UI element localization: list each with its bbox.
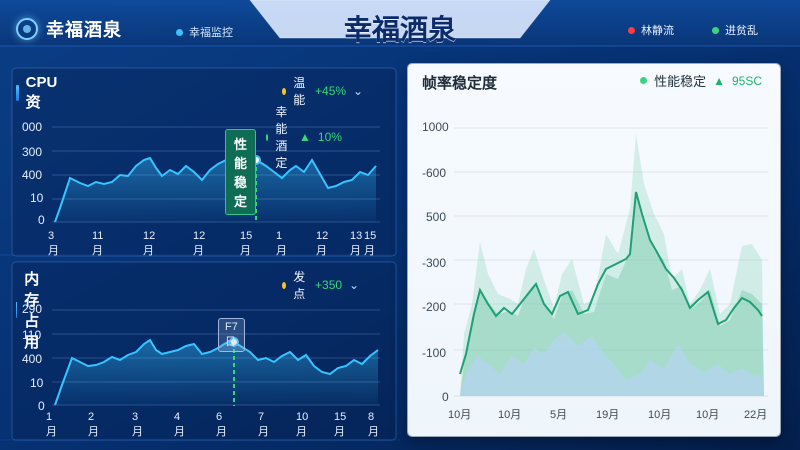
cpu-legend-2[interactable]: 幸能酒定 ▲ 10% [266,103,342,171]
frame-x-label: 10月 [648,409,672,421]
cpu-legend-2-arrow-icon: ▲ [299,130,311,144]
cpu-y-label: 400 [22,168,43,182]
memory-x-label: 8月 [368,411,379,438]
memory-legend[interactable]: 发点 +350 ⌄ [282,268,359,302]
cpu-legend-1-value: +45% [315,84,347,98]
memory-y-label: 290 [22,302,43,316]
frame-x-label: 10月 [498,409,522,421]
memory-legend-value: +350 [315,278,343,292]
cpu-x-label: 12月 [143,230,156,257]
chevron-down-icon[interactable]: ⌄ [353,84,363,98]
brand: 幸福酒泉 [16,16,122,42]
frame-y-label: -200 [422,300,447,314]
cpu-x-label: 11月 [92,230,104,257]
legend-yellow-dot-icon [282,87,287,95]
memory-x-label: 4月 [174,411,185,438]
memory-x-label: 3月 [132,411,143,438]
cpu-x-label: 1月 [276,230,287,257]
memory-y-label: 10 [30,376,44,390]
frame-y-label: 1000 [422,120,449,134]
cpu-legend-2-label: 幸能酒定 [275,105,288,170]
frame-stability-legend-value: 95SC [731,73,762,88]
frame-stability-title: 帧率稳定度 [422,75,498,92]
frame-stability-arrow-icon: ▲ [713,73,725,88]
cpu-y-label: 10 [30,191,44,205]
status-label-1: 林静流 [641,25,674,37]
status-item-2[interactable]: 进贫乱 [712,22,758,38]
frame-y-label: 500 [426,210,447,224]
legend-yellow-dot-icon [282,281,287,289]
frame-stability-area-chart [454,127,768,397]
memory-legend-label: 发点 [293,270,306,301]
brand-name: 幸福酒泉 [46,20,122,40]
memory-y-label: 0 [38,399,45,413]
frame-y-label: -600 [422,166,447,180]
cpu-y-label: 0 [38,213,45,227]
cpu-legend-2-value: 10% [317,130,342,144]
frame-x-label: 22月 [744,409,768,421]
memory-x-label: 1月 [46,411,57,438]
frame-y-label: -300 [422,256,447,270]
cpu-title: CPU 资 [16,74,59,112]
monitor-dot-icon [176,28,183,36]
top-bar: 幸福酒泉 幸福监控 幸福酒泉 林静流 进贫乱 [0,0,800,46]
cpu-x-label: 12月 [316,230,329,257]
chevron-down-icon[interactable]: ⌄ [349,278,359,292]
legend-green-dot-icon [266,133,269,141]
status-label-2: 进贫乱 [725,25,758,37]
frame-y-label: -100 [422,346,447,360]
monitor-link[interactable]: 幸福监控 [176,24,233,40]
frame-y-label: 0 [442,390,449,404]
memory-x-label: 2月 [88,411,99,438]
status-item-1[interactable]: 林静流 [628,22,674,38]
memory-x-label: 6月 [216,411,227,438]
frame-x-label: 19月 [596,409,620,421]
page-title: 幸福酒泉 [343,14,456,45]
cpu-x-label: 15月 [364,230,377,257]
frame-x-label: 10月 [696,409,720,421]
status-green-dot-icon [712,26,719,34]
frame-stability-legend[interactable]: 性能稳定 ▲ 95SC [640,71,762,90]
frame-x-label: 5月 [550,409,568,421]
memory-x-label: 7月 [258,411,269,438]
cpu-title-bar-icon [16,85,19,101]
frame-stability-legend-label: 性能稳定 [654,74,707,89]
cpu-y-label: 300 [22,145,43,159]
frame-stability-panel: 帧率稳定度 性能稳定 ▲ 95SC 1000 -600 500 -300 -20… [408,64,780,436]
cpu-x-label: 15月 [240,230,253,257]
memory-title-bar-icon [16,302,18,318]
cpu-tooltip: 性能稳定 [225,129,257,215]
memory-y-label: 400 [22,352,43,366]
cpu-x-label: 12月 [193,230,206,257]
memory-tooltip: F7日 [218,318,245,352]
status-red-dot-icon [628,26,635,34]
cpu-x-label: 13月 [350,230,363,257]
cpu-title-text: CPU 资 [25,74,58,111]
legend-green-dot-icon [640,77,648,84]
memory-y-label: 110 [22,328,42,342]
cpu-x-label: 3月 [48,230,59,257]
memory-x-label: 10月 [296,411,309,438]
frame-x-label: 10月 [448,409,472,421]
monitor-label: 幸福监控 [189,27,233,39]
cpu-y-label: 000 [22,120,43,134]
memory-x-label: 15月 [334,411,347,438]
app-logo-icon [16,18,38,40]
